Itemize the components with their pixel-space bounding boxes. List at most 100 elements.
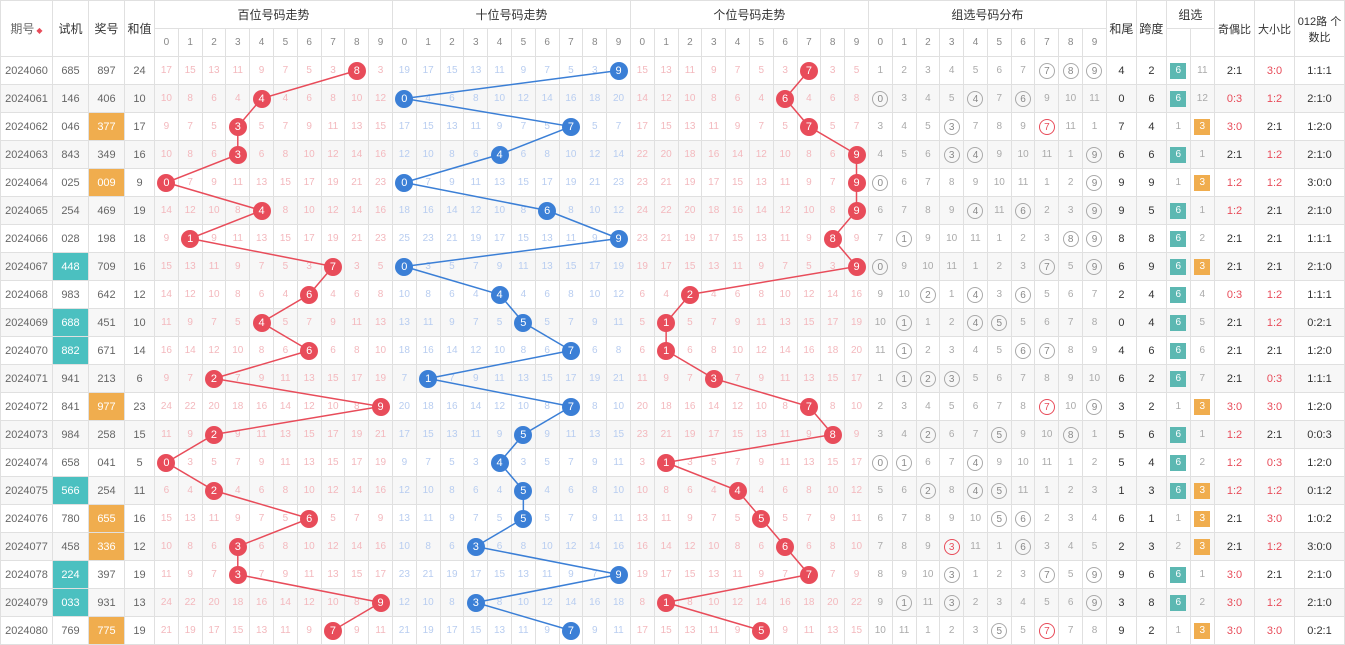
span-cell: 2 xyxy=(1136,393,1166,421)
trend-cell: 13 xyxy=(345,113,369,141)
tail-cell: 6 xyxy=(1106,141,1136,169)
trend-cell: 14 xyxy=(726,141,750,169)
digit-header: 0 xyxy=(392,29,416,57)
trend-cell: 19 xyxy=(678,225,702,253)
trend-cell: 15 xyxy=(273,225,297,253)
trend-cell: 10 xyxy=(678,85,702,113)
trend-cell: 9 xyxy=(250,365,274,393)
trend-cell: 9 xyxy=(845,169,869,197)
trend-cell: 3 xyxy=(226,141,250,169)
trend-cell: 11 xyxy=(202,505,226,533)
combo-cell: 7 xyxy=(964,421,988,449)
digit-header: 0 xyxy=(868,29,892,57)
digit-header: 9 xyxy=(1083,29,1107,57)
trend-cell: 14 xyxy=(464,393,488,421)
trend-cell: 8 xyxy=(345,589,369,617)
combo-cell: 3 xyxy=(1035,225,1059,253)
trend-cell: 15 xyxy=(630,57,654,85)
trend-cell: 5 xyxy=(488,505,512,533)
trend-cell: 4 xyxy=(273,85,297,113)
trend-cell: 18 xyxy=(821,337,845,365)
table-row: 2024080769775192119171513119791121191715… xyxy=(1,617,1345,645)
trend-cell: 19 xyxy=(678,421,702,449)
sum-cell: 17 xyxy=(125,113,155,141)
trend-cell: 6 xyxy=(559,477,583,505)
trend-cell: 3 xyxy=(226,533,250,561)
combo-cell: 2 xyxy=(1035,197,1059,225)
span-cell: 6 xyxy=(1136,85,1166,113)
test-cell: 025 xyxy=(53,169,89,197)
trend-cell: 14 xyxy=(273,589,297,617)
combo-cell: 6 xyxy=(1011,337,1035,365)
trend-cell: 3 xyxy=(345,253,369,281)
trend-cell: 2 xyxy=(202,477,226,505)
combo-cell: 5 xyxy=(987,309,1011,337)
trend-cell: 9 xyxy=(226,253,250,281)
digit-header: 4 xyxy=(964,29,988,57)
combo-cell: 9 xyxy=(1083,197,1107,225)
combo-cell: 3 xyxy=(1011,253,1035,281)
trend-cell: 11 xyxy=(654,505,678,533)
digit-header: 4 xyxy=(250,29,274,57)
r012-cell: 2:1:0 xyxy=(1295,589,1345,617)
digit-header: 8 xyxy=(1059,29,1083,57)
combo-cell: 5 xyxy=(987,617,1011,645)
zx-cell: 3 xyxy=(1190,393,1214,421)
odd-cell: 1:2 xyxy=(1215,477,1255,505)
trend-cell: 17 xyxy=(464,561,488,589)
sum-cell: 18 xyxy=(125,225,155,253)
trend-cell: 11 xyxy=(845,505,869,533)
trend-cell: 17 xyxy=(702,169,726,197)
col-period[interactable]: 期号 xyxy=(1,1,53,57)
period-cell: 2024065 xyxy=(1,197,53,225)
trend-cell: 8 xyxy=(250,337,274,365)
combo-cell: 1 xyxy=(987,533,1011,561)
odd-cell: 2:1 xyxy=(1215,57,1255,85)
trend-cell: 10 xyxy=(369,337,393,365)
trend-cell: 21 xyxy=(392,617,416,645)
trend-cell: 10 xyxy=(749,393,773,421)
trend-cell: 7 xyxy=(797,57,821,85)
trend-cell: 10 xyxy=(297,477,321,505)
trend-cell: 13 xyxy=(392,309,416,337)
combo-cell: 10 xyxy=(1059,85,1083,113)
trend-cell: 3 xyxy=(178,449,202,477)
zx-cell: 5 xyxy=(1190,309,1214,337)
trend-cell: 12 xyxy=(392,141,416,169)
trend-cell: 12 xyxy=(773,197,797,225)
trend-cell: 3 xyxy=(678,449,702,477)
sum-cell: 13 xyxy=(125,589,155,617)
trend-cell: 19 xyxy=(607,253,631,281)
combo-cell: 6 xyxy=(892,169,916,197)
odd-cell: 2:1 xyxy=(1215,141,1255,169)
odd-cell: 2:1 xyxy=(1215,505,1255,533)
trend-cell: 7 xyxy=(321,253,345,281)
trend-cell: 17 xyxy=(559,365,583,393)
tail-cell: 2 xyxy=(1106,533,1136,561)
zx-cell: 1 xyxy=(1190,421,1214,449)
combo-cell: 7 xyxy=(940,449,964,477)
trend-cell: 8 xyxy=(607,337,631,365)
sum-cell: 23 xyxy=(125,393,155,421)
col-prize: 奖号 xyxy=(89,1,125,57)
combo-cell: 11 xyxy=(868,337,892,365)
combo-cell: 9 xyxy=(892,253,916,281)
tail-cell: 4 xyxy=(1106,57,1136,85)
trend-cell: 17 xyxy=(630,113,654,141)
digit-header: 1 xyxy=(178,29,202,57)
combo-cell: 4 xyxy=(964,281,988,309)
trend-cell: 4 xyxy=(273,281,297,309)
trend-cell: 6 xyxy=(440,85,464,113)
trend-cell: 15 xyxy=(678,253,702,281)
combo-cell: 8 xyxy=(892,533,916,561)
trend-cell: 13 xyxy=(821,617,845,645)
combo-cell: 7 xyxy=(1011,57,1035,85)
trend-cell: 3 xyxy=(821,57,845,85)
trend-cell: 16 xyxy=(559,85,583,113)
combo-cell: 6 xyxy=(892,477,916,505)
combo-cell: 9 xyxy=(1035,85,1059,113)
trend-cell: 19 xyxy=(321,169,345,197)
digit-header: 9 xyxy=(607,29,631,57)
trend-cell: 23 xyxy=(630,225,654,253)
trend-cell: 8 xyxy=(273,477,297,505)
